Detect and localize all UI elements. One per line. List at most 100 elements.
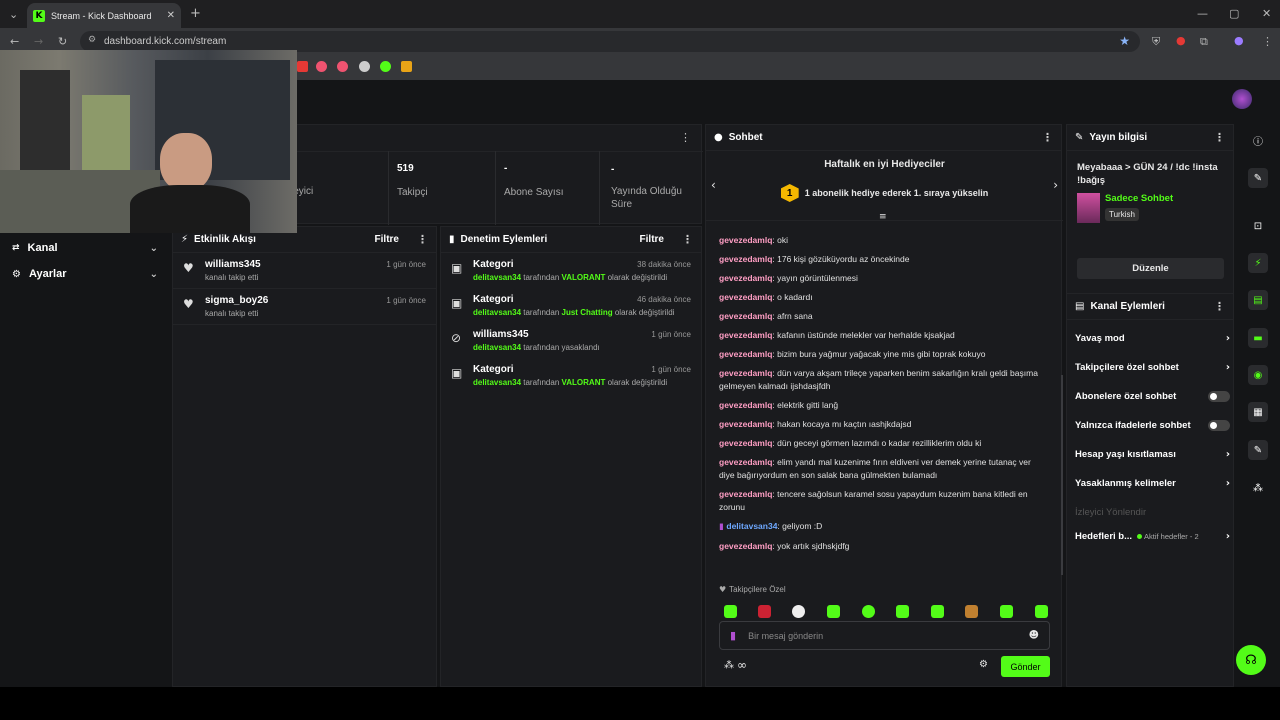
bookmark-star-icon[interactable]: ★	[1119, 34, 1130, 48]
forward-icon[interactable]: →	[34, 35, 43, 48]
broadcast-icon[interactable]: ◉	[1248, 365, 1268, 385]
tab-list-icon[interactable]: ⌄	[9, 8, 18, 21]
channel-action-row[interactable]: Abonelere özel sohbet	[1075, 391, 1230, 402]
chat-username[interactable]: delitavsan34	[726, 521, 777, 531]
toggle-switch[interactable]	[1208, 391, 1230, 402]
moderation-menu-icon[interactable]: ⋮	[682, 233, 693, 246]
moderation-actor[interactable]: delitavsan34	[473, 378, 521, 387]
user-avatar[interactable]	[1232, 89, 1252, 109]
goals-row[interactable]: Hedefleri b... Aktif hedefler - 2 ›	[1075, 531, 1230, 542]
moderation-actor[interactable]: delitavsan34	[473, 273, 521, 282]
chat-username[interactable]: gevezedamlq	[719, 273, 772, 283]
emote-icon[interactable]	[827, 605, 840, 618]
chat-text: dün geceyi görmen lazımdı o kadar rezill…	[777, 438, 982, 448]
support-chat-icon[interactable]: ☊	[1236, 645, 1266, 675]
edit-button[interactable]: Düzenle	[1077, 258, 1224, 279]
stream-info-menu-icon[interactable]: ⋮	[1214, 131, 1225, 144]
moderation-icon[interactable]: ▦	[1248, 402, 1268, 422]
wrench-icon[interactable]: ✎	[1248, 440, 1268, 460]
extension-icon[interactable]: ●	[1176, 34, 1186, 47]
bookmark-1-icon[interactable]	[297, 61, 308, 72]
chat-username[interactable]: gevezedamlq	[719, 292, 772, 302]
document-icon[interactable]: ▤	[1248, 290, 1268, 310]
emote-icon[interactable]	[896, 605, 909, 618]
apps-icon[interactable]: ⁂	[1248, 478, 1268, 498]
stats-menu-icon[interactable]: ⋮	[680, 131, 691, 144]
infinity-icon[interactable]: ∞	[737, 658, 747, 672]
emote-icon[interactable]	[1035, 605, 1048, 618]
chat-username[interactable]: gevezedamlq	[719, 400, 772, 410]
channel-action-row[interactable]: Yasaklanmış kelimeler ›	[1075, 478, 1230, 489]
nav-kanal[interactable]: ⇄ Kanal ⌄	[12, 242, 158, 254]
channel-action-row[interactable]: Takipçilere özel sohbet ›	[1075, 362, 1230, 373]
emote-icon[interactable]	[1000, 605, 1013, 618]
activity-menu-icon[interactable]: ⋮	[417, 233, 428, 246]
chat-input[interactable]: ▮ Bir mesaj gönderin ☻	[719, 621, 1050, 650]
chat-username[interactable]: gevezedamlq	[719, 311, 772, 321]
chat-icon[interactable]: ▬	[1248, 328, 1268, 348]
lightning-icon[interactable]: ⚡	[1248, 253, 1268, 273]
chat-username[interactable]: gevezedamlq	[719, 457, 772, 467]
emote-icon[interactable]	[792, 605, 805, 618]
channel-actions-menu-icon[interactable]: ⋮	[1214, 300, 1225, 313]
bookmark-3-icon[interactable]	[337, 61, 348, 72]
shield-icon[interactable]: ⛨	[1152, 35, 1160, 49]
dots-cluster-icon[interactable]: ⁂	[724, 660, 734, 671]
chat-username[interactable]: gevezedamlq	[719, 254, 772, 264]
info-icon[interactable]: ⓘ	[1248, 130, 1268, 150]
emote-icon[interactable]	[862, 605, 875, 618]
chat-username[interactable]: gevezedamlq	[719, 368, 772, 378]
edit-icon[interactable]: ✎	[1248, 168, 1268, 188]
chat-username[interactable]: gevezedamlq	[719, 541, 772, 551]
url-field[interactable]: ⚙ dashboard.kick.com/stream ★	[80, 31, 1140, 52]
gifters-prev-icon[interactable]: ‹	[711, 178, 716, 192]
moderation-filter-button[interactable]: Filtre	[640, 234, 664, 245]
moderation-actor[interactable]: delitavsan34	[473, 308, 521, 317]
site-info-icon[interactable]: ⚙	[88, 35, 96, 45]
close-tab-icon[interactable]: ✕	[167, 10, 175, 21]
category-name[interactable]: Sadece Sohbet	[1105, 193, 1173, 204]
chat-username[interactable]: gevezedamlq	[719, 489, 772, 499]
bookmark-2-icon[interactable]	[316, 61, 327, 72]
activity-time: 1 gün önce	[386, 296, 426, 305]
toggle-switch[interactable]	[1208, 420, 1230, 431]
browser-menu-icon[interactable]: ⋮	[1262, 35, 1273, 48]
bookmark-6-icon[interactable]	[401, 61, 412, 72]
collapse-icon[interactable]: ≡	[879, 212, 887, 222]
gifters-next-icon[interactable]: ›	[1053, 178, 1058, 192]
emote-icon[interactable]	[724, 605, 737, 618]
browser-tab[interactable]: K Stream - Kick Dashboard ✕	[27, 3, 181, 28]
chat-username[interactable]: gevezedamlq	[719, 419, 772, 429]
moderation-row: ▣ Kategori delitavsan34 tarafından VALOR…	[441, 253, 701, 288]
send-button[interactable]: Gönder	[1001, 656, 1050, 677]
moderation-actor[interactable]: delitavsan34	[473, 343, 521, 352]
activity-filter-button[interactable]: Filtre	[375, 234, 399, 245]
chat-username[interactable]: gevezedamlq	[719, 330, 772, 340]
nav-ayarlar[interactable]: ⚙ Ayarlar ⌄	[12, 268, 158, 280]
emote-icon[interactable]	[965, 605, 978, 618]
bookmark-4-icon[interactable]	[359, 61, 370, 72]
chat-username[interactable]: gevezedamlq	[719, 438, 772, 448]
reload-icon[interactable]: ↻	[58, 35, 67, 48]
channel-action-row[interactable]: Yalnızca ifadelerle sohbet	[1075, 420, 1230, 431]
maximize-icon[interactable]: ▢	[1229, 7, 1239, 20]
chat-username[interactable]: gevezedamlq	[719, 235, 772, 245]
chat-username[interactable]: gevezedamlq	[719, 349, 772, 359]
chat-settings-icon[interactable]: ⚙	[979, 659, 988, 670]
channel-action-row[interactable]: Hesap yaşı kısıtlaması ›	[1075, 449, 1230, 460]
extensions-puzzle-icon[interactable]: ⧉	[1200, 35, 1208, 49]
emote-icon[interactable]	[758, 605, 771, 618]
emoji-picker-icon[interactable]: ☻	[1029, 630, 1039, 641]
minimize-icon[interactable]: —	[1197, 7, 1208, 20]
channel-action-row[interactable]: Yavaş mod ›	[1075, 333, 1230, 344]
profile-avatar-icon[interactable]: ●	[1234, 34, 1244, 47]
emote-icon[interactable]	[931, 605, 944, 618]
chat-menu-icon[interactable]: ⋮	[1042, 131, 1053, 144]
bookmark-5-icon[interactable]	[380, 61, 391, 72]
close-window-icon[interactable]: ✕	[1262, 7, 1271, 20]
chat-scrollbar[interactable]	[1061, 375, 1063, 575]
activity-row: ♥ williams345 kanalı takip etti 1 gün ön…	[173, 253, 436, 289]
crop-icon[interactable]: ⊡	[1248, 216, 1268, 236]
new-tab-icon[interactable]: +	[190, 6, 201, 21]
back-icon[interactable]: ←	[10, 35, 19, 48]
